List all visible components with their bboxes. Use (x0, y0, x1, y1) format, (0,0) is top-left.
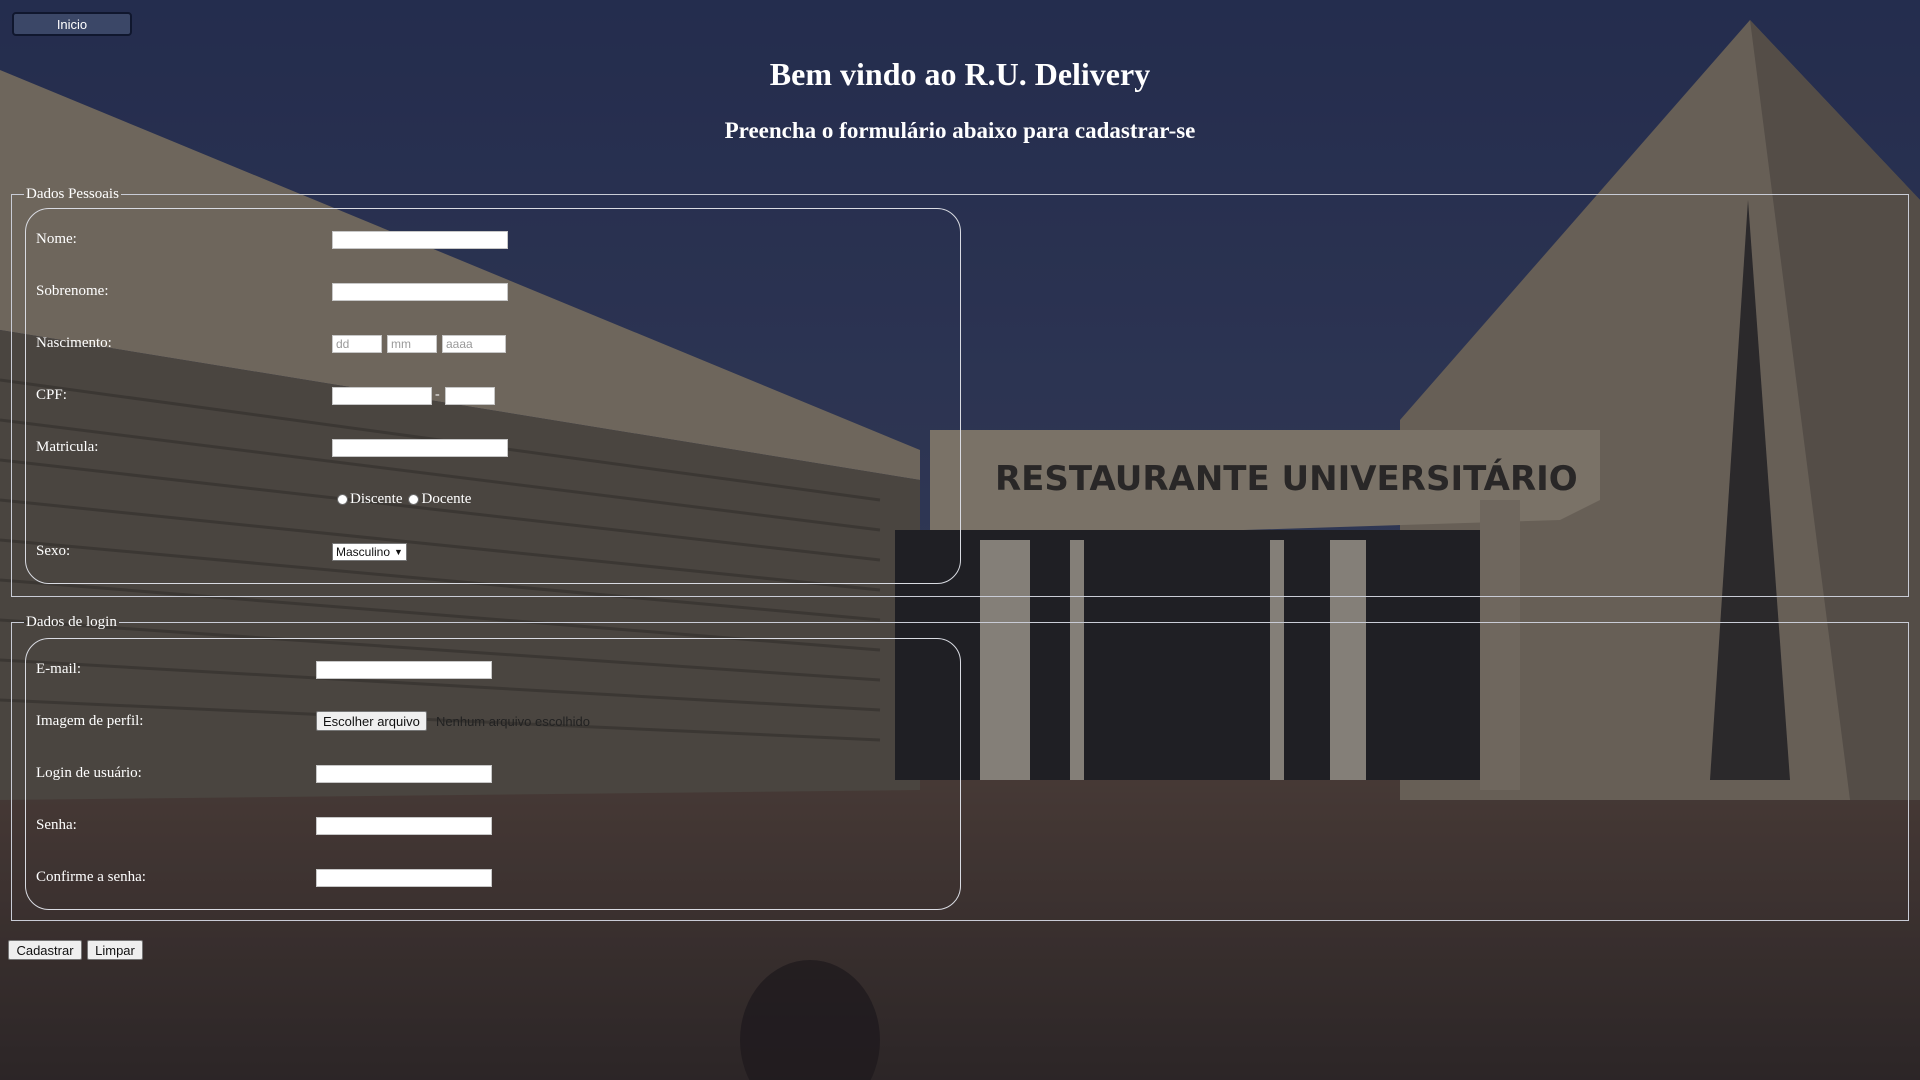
file-status-text: Nenhum arquivo escolhido (436, 714, 590, 729)
chevron-down-icon: ▼ (394, 547, 403, 557)
birth-year-input[interactable] (442, 335, 506, 353)
email-label: E-mail: (36, 661, 81, 677)
senha-input[interactable] (316, 817, 492, 835)
cadastrar-button[interactable]: Cadastrar (8, 940, 82, 960)
radio-docente-circle[interactable] (408, 494, 420, 505)
login-data-panel (25, 638, 961, 910)
nome-input[interactable] (332, 231, 508, 249)
birth-month-input[interactable] (387, 335, 437, 353)
birth-day-input[interactable] (332, 335, 382, 353)
page-title: Bem vindo ao R.U. Delivery (769, 56, 1151, 92)
login-data-legend: Dados de login (26, 614, 117, 630)
sobrenome-input[interactable] (332, 283, 508, 301)
confirme-senha-label: Confirme a senha: (36, 869, 146, 885)
sexo-label: Sexo: (36, 543, 71, 559)
cpf-main-input[interactable] (332, 387, 432, 405)
login-usuario-label: Login de usuário: (36, 765, 142, 781)
sexo-select[interactable]: Masculino ▼ (332, 543, 407, 561)
imagem-perfil-label: Imagem de perfil: (36, 713, 144, 729)
radio-docente-label: Docente (421, 491, 472, 507)
cpf-separator: - (435, 387, 440, 402)
matricula-input[interactable] (332, 439, 508, 457)
role-radio-group: Discente Docente (337, 491, 477, 508)
cpf-digit-input[interactable] (445, 387, 495, 405)
email-input[interactable] (316, 661, 492, 679)
radio-discente-label: Discente (350, 491, 403, 507)
limpar-button[interactable]: Limpar (87, 940, 143, 960)
radio-docente[interactable]: Docente (408, 491, 471, 508)
personal-data-legend: Dados Pessoais (26, 186, 119, 202)
home-button[interactable]: Inicio (12, 12, 132, 36)
radio-discente[interactable]: Discente (337, 491, 402, 508)
confirme-senha-input[interactable] (316, 869, 492, 887)
nascimento-label: Nascimento: (36, 335, 112, 351)
sobrenome-label: Sobrenome: (36, 283, 109, 299)
senha-label: Senha: (36, 817, 77, 833)
page-subtitle: Preencha o formulário abaixo para cadast… (724, 118, 1196, 143)
cpf-label: CPF: (36, 387, 67, 403)
radio-discente-circle[interactable] (337, 494, 348, 505)
matricula-label: Matricula: (36, 439, 99, 455)
choose-file-button[interactable]: Escolher arquivo (316, 711, 427, 731)
nome-label: Nome: (36, 231, 77, 247)
sexo-selected-value: Masculino (336, 545, 391, 559)
login-usuario-input[interactable] (316, 765, 492, 783)
